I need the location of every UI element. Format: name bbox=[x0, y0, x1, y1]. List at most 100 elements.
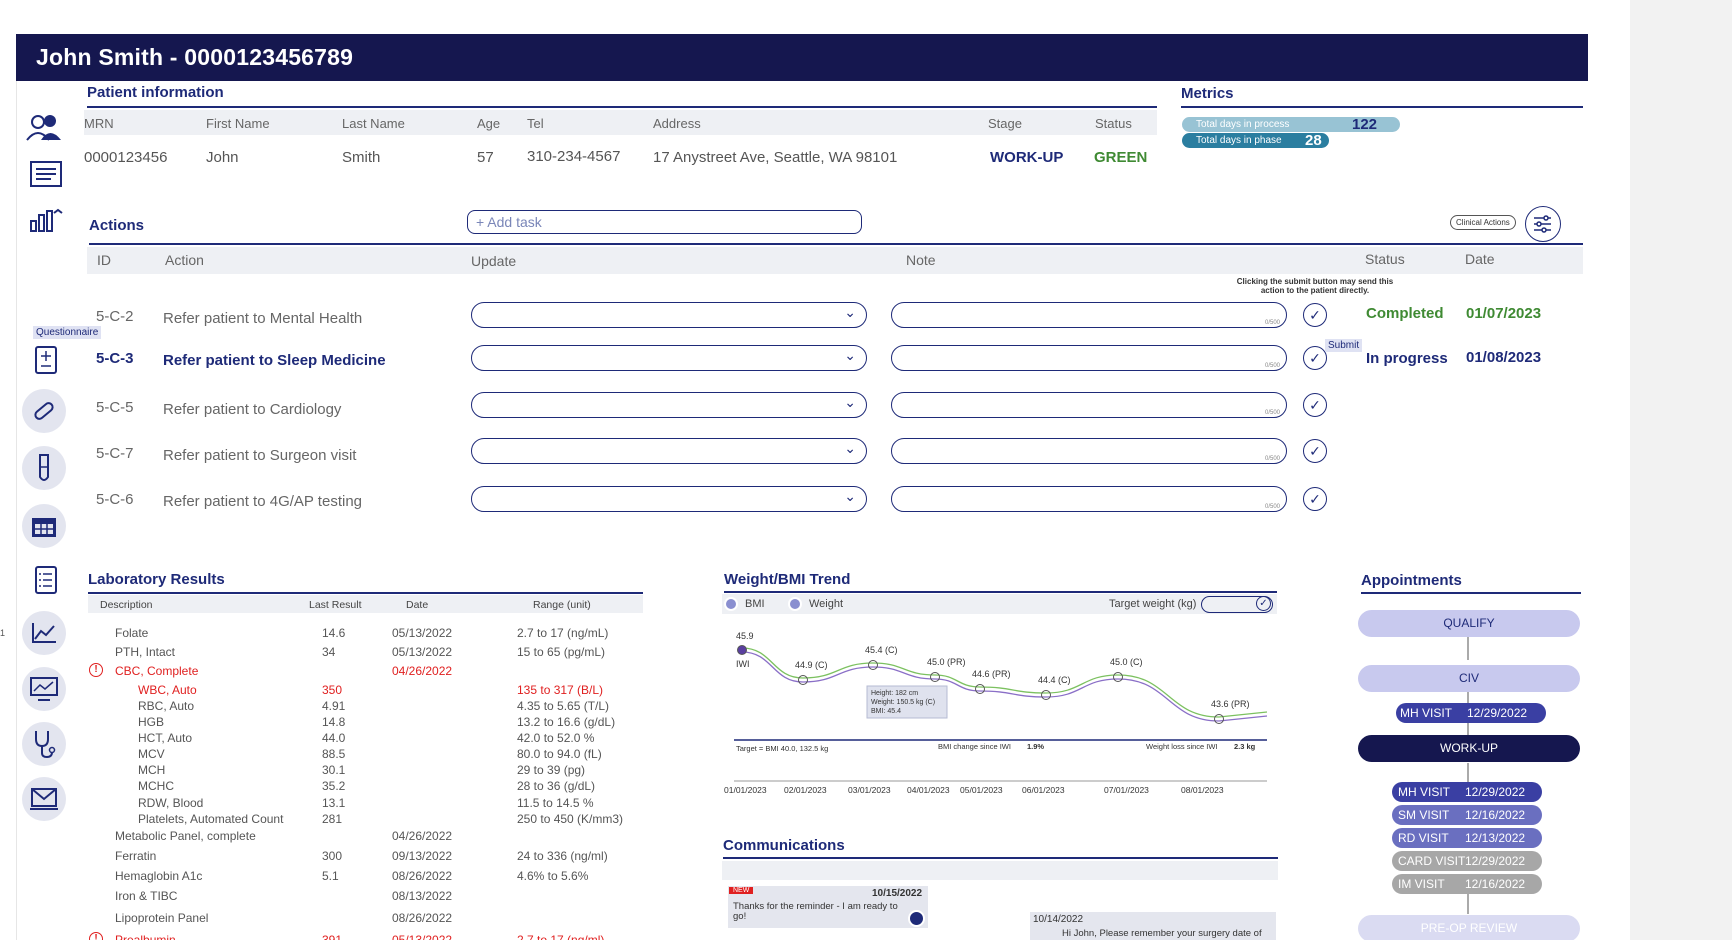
lab-title: Laboratory Results bbox=[88, 571, 225, 588]
lab-col-desc: Description bbox=[100, 599, 153, 611]
update-select[interactable]: ⌄ bbox=[471, 345, 867, 371]
analytics-icon[interactable] bbox=[26, 200, 66, 240]
clinical-actions-button[interactable]: Clinical Actions bbox=[1450, 215, 1516, 230]
lab-col-result: Last Result bbox=[309, 599, 362, 611]
visit-name: MH VISIT bbox=[1398, 785, 1451, 799]
visit-pill[interactable]: RD VISIT 12/13/2022 bbox=[1392, 828, 1542, 848]
message-text: Hi John, Please remember your surgery da… bbox=[1062, 928, 1262, 939]
visit-date: 12/29/2022 bbox=[1465, 854, 1526, 868]
bmi-toggle[interactable] bbox=[724, 597, 738, 611]
bmi-point[interactable] bbox=[868, 660, 878, 670]
timeline-connector bbox=[1467, 723, 1469, 735]
point-label: 45.0 (C) bbox=[1110, 657, 1143, 667]
visit-date: 12/29/2022 bbox=[1467, 706, 1528, 720]
bmi-point[interactable] bbox=[975, 684, 985, 694]
lab-result: 391 bbox=[322, 933, 343, 940]
note-input[interactable]: 0/500 bbox=[891, 392, 1287, 418]
bmi-point[interactable] bbox=[930, 672, 940, 682]
checklist-icon[interactable] bbox=[26, 560, 66, 600]
note-input[interactable]: 0/500 bbox=[891, 438, 1287, 464]
lab-range: 42.0 to 52.0 % bbox=[517, 731, 595, 745]
stethoscope-icon[interactable] bbox=[22, 722, 66, 766]
update-select[interactable]: ⌄ bbox=[471, 302, 867, 328]
action-date: 01/07/2023 bbox=[1466, 305, 1542, 322]
note-input[interactable]: 0/500 bbox=[891, 486, 1287, 512]
submit-check-icon[interactable]: ✓ bbox=[1303, 303, 1327, 327]
bmi-point[interactable] bbox=[1041, 690, 1051, 700]
note-input[interactable]: 0/500 bbox=[891, 345, 1287, 371]
first-value-label: 45.9 bbox=[736, 631, 754, 641]
timeline-connector bbox=[1467, 892, 1469, 914]
note-input[interactable]: 0/500 bbox=[891, 302, 1287, 328]
lab-range: 11.5 to 14.5 % bbox=[517, 796, 594, 810]
x-tick-label: 06/01/2023 bbox=[1022, 785, 1065, 795]
alert-icon: ! bbox=[89, 663, 103, 677]
lab-result: 14.8 bbox=[322, 715, 346, 729]
phase-workup[interactable]: WORK-UP bbox=[1358, 735, 1580, 762]
action-id: 5-C-6 bbox=[96, 491, 134, 508]
update-select[interactable]: ⌄ bbox=[471, 438, 867, 464]
visit-pill[interactable]: IM VISIT 12/16/2022 bbox=[1392, 874, 1542, 894]
message-card[interactable]: NEW 10/15/2022 Thanks for the reminder -… bbox=[728, 886, 928, 928]
calendar-icon[interactable] bbox=[22, 504, 66, 548]
lab-date: 05/13/2022 bbox=[392, 626, 453, 640]
document-icon[interactable] bbox=[26, 154, 66, 194]
phase-qualify[interactable]: QUALIFY bbox=[1358, 610, 1580, 637]
lab-description: Hemaglobin A1c bbox=[115, 869, 203, 883]
col-age: Age bbox=[477, 116, 501, 131]
pill-icon[interactable] bbox=[22, 389, 66, 433]
patients-icon[interactable] bbox=[24, 108, 64, 148]
point-label: 44.9 (C) bbox=[795, 660, 828, 670]
lab-description: RBC, Auto bbox=[138, 699, 195, 713]
questionnaire-tag: Questionnaire bbox=[33, 326, 102, 339]
bmi-point[interactable] bbox=[1214, 714, 1224, 724]
questionnaire-icon[interactable] bbox=[26, 340, 66, 380]
visit-pill[interactable]: MH VISIT 12/29/2022 bbox=[1392, 782, 1542, 802]
weight-loss-label: Weight loss since IWI bbox=[1146, 742, 1218, 751]
submit-check-icon[interactable]: ✓ bbox=[1303, 439, 1327, 463]
chevron-down-icon: ⌄ bbox=[844, 488, 856, 504]
note-counter: 0/500 bbox=[1264, 504, 1280, 510]
lab-range: 80.0 to 94.0 (fL) bbox=[517, 747, 602, 761]
days-in-process-label: Total days in process bbox=[1196, 119, 1290, 130]
civ-visit[interactable]: MH VISIT 12/29/2022 bbox=[1396, 703, 1546, 723]
monitor-icon[interactable] bbox=[22, 667, 66, 711]
chevron-down-icon: ⌄ bbox=[844, 347, 856, 363]
point-label: 43.6 (PR) bbox=[1211, 699, 1250, 709]
mail-icon[interactable] bbox=[22, 777, 66, 821]
actions-rule bbox=[89, 243, 1583, 245]
appointments-rule bbox=[1361, 592, 1581, 594]
submit-check-icon[interactable]: ✓ bbox=[1303, 346, 1327, 370]
visit-pill[interactable]: CARD VISIT 12/29/2022 bbox=[1392, 851, 1542, 871]
weight-rule bbox=[724, 591, 1277, 593]
tel-value: 310-234-4567 bbox=[527, 148, 621, 165]
status-value: GREEN bbox=[1094, 149, 1148, 166]
lab-date: 04/26/2022 bbox=[392, 664, 453, 678]
phase-pre-op-review[interactable]: PRE-OP REVIEW bbox=[1358, 915, 1580, 940]
action-id: 5-C-5 bbox=[96, 399, 134, 416]
confirm-check-icon[interactable]: ✓ bbox=[1256, 596, 1271, 611]
lab-rule bbox=[88, 592, 643, 594]
visit-pill[interactable]: SM VISIT 12/16/2022 bbox=[1392, 805, 1542, 825]
action-name: Refer patient to 4G/AP testing bbox=[163, 493, 363, 510]
filter-icon[interactable] bbox=[1525, 206, 1561, 242]
submit-check-icon[interactable]: ✓ bbox=[1303, 393, 1327, 417]
update-select[interactable]: ⌄ bbox=[471, 486, 867, 512]
trend-icon[interactable] bbox=[22, 611, 66, 655]
target-weight-input[interactable]: ✓ bbox=[1201, 596, 1273, 613]
bmi-change-value: 1.9% bbox=[1027, 742, 1044, 751]
bmi-point[interactable] bbox=[798, 675, 808, 685]
phase-civ[interactable]: CIV bbox=[1358, 665, 1580, 692]
test-tube-icon[interactable] bbox=[22, 446, 66, 490]
x-tick-label: 07/01//2023 bbox=[1104, 785, 1149, 795]
bmi-point[interactable] bbox=[1113, 672, 1123, 682]
lab-range: 2.7 to 17 (ng/ml) bbox=[517, 933, 605, 940]
submit-tag: Submit bbox=[1325, 339, 1363, 352]
add-task-input[interactable]: + Add task bbox=[467, 210, 862, 234]
update-select[interactable]: ⌄ bbox=[471, 392, 867, 418]
lab-description: HGB bbox=[138, 715, 165, 729]
weight-toggle[interactable] bbox=[788, 597, 802, 611]
message-card[interactable]: 10/14/2022 Hi John, Please remember your… bbox=[1030, 912, 1276, 940]
submit-check-icon[interactable]: ✓ bbox=[1303, 487, 1327, 511]
bmi-point[interactable] bbox=[737, 645, 747, 655]
